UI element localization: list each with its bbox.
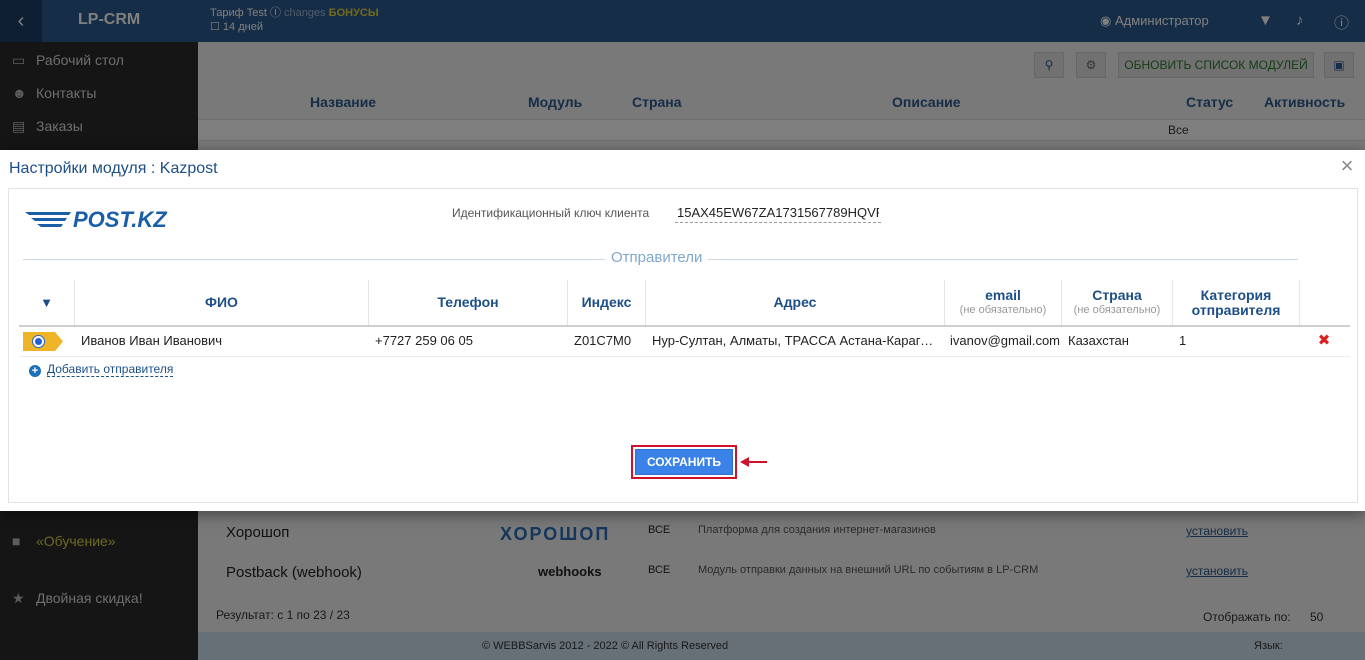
table-header: ▼ ФИО Телефон Индекс Адрес email (не обя… bbox=[19, 280, 1350, 327]
col-category[interactable]: Категория отправителя bbox=[1173, 280, 1300, 325]
add-sender-label: Добавить отправителя bbox=[47, 362, 174, 377]
col-phone[interactable]: Телефон bbox=[369, 280, 568, 325]
close-icon[interactable]: × bbox=[1338, 155, 1356, 177]
client-key-label: Идентификационный ключ клиента bbox=[452, 206, 650, 220]
col-category-line1: Категория bbox=[1200, 286, 1272, 303]
module-settings-modal: Настройки модуля : Kazpost × POST.KZ Иде… bbox=[0, 150, 1365, 511]
client-key-input[interactable] bbox=[675, 203, 881, 223]
add-sender-link[interactable]: + Добавить отправителя bbox=[29, 362, 174, 377]
col-email-sub: (не обязательно) bbox=[959, 303, 1047, 316]
col-email[interactable]: email (не обязательно) bbox=[945, 280, 1062, 325]
table-row[interactable]: Иванов Иван Иванович +7727 259 06 05 Z01… bbox=[19, 327, 1350, 357]
col-country-sub: (не обязательно) bbox=[1073, 303, 1161, 316]
default-sender-radio[interactable] bbox=[23, 332, 63, 351]
col-address[interactable]: Адрес bbox=[646, 280, 945, 325]
sender-country: Казахстан bbox=[1068, 333, 1129, 348]
col-fio[interactable]: ФИО bbox=[75, 280, 369, 325]
kazpost-logo-text: POST.KZ bbox=[73, 207, 168, 232]
sender-category: 1 bbox=[1179, 333, 1187, 348]
sender-address: Нур-Султан, Алматы, ТРАССА Астана-Карага… bbox=[652, 333, 944, 348]
radio-selected-icon bbox=[32, 335, 45, 348]
col-actions bbox=[1300, 280, 1350, 325]
col-country-label: Страна bbox=[1092, 286, 1142, 303]
modal-title: Настройки модуля : Kazpost bbox=[9, 160, 218, 177]
col-email-label: email bbox=[985, 286, 1021, 303]
sender-phone: +7727 259 06 05 bbox=[375, 333, 473, 348]
save-button[interactable]: СОХРАНИТЬ bbox=[635, 449, 733, 475]
arrow-left-icon bbox=[740, 457, 767, 467]
save-button-highlight: СОХРАНИТЬ bbox=[631, 445, 737, 479]
sender-index: Z01C7M0 bbox=[574, 333, 632, 348]
kazpost-logo: POST.KZ bbox=[25, 207, 168, 232]
plus-circle-icon: + bbox=[29, 365, 41, 377]
sort-toggle[interactable]: ▼ bbox=[19, 280, 75, 325]
sender-email: ivanov@gmail.com bbox=[950, 333, 1061, 348]
col-country[interactable]: Страна (не обязательно) bbox=[1062, 280, 1173, 325]
col-index[interactable]: Индекс bbox=[568, 280, 646, 325]
modal-body: POST.KZ Идентификационный ключ клиента О… bbox=[8, 188, 1358, 503]
delete-sender-icon[interactable]: ✖ bbox=[1314, 327, 1334, 355]
col-category-line2: отправителя bbox=[1191, 301, 1281, 318]
senders-section-label: Отправители bbox=[605, 249, 709, 266]
sender-fio: Иванов Иван Иванович bbox=[81, 333, 223, 348]
